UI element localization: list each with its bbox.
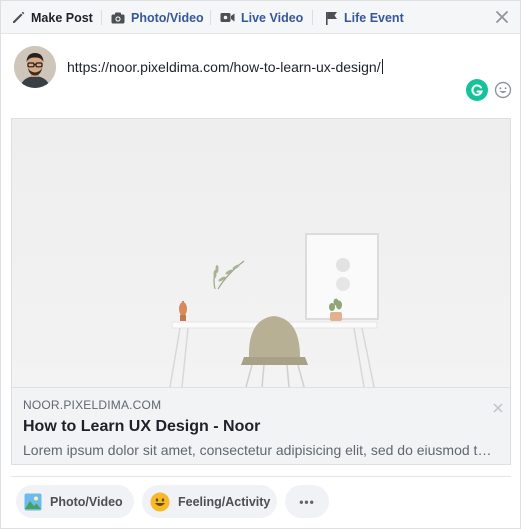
options-divider bbox=[11, 476, 511, 477]
tab-live-video[interactable]: Live Video bbox=[220, 1, 303, 34]
preview-close-icon[interactable] bbox=[492, 401, 504, 413]
tab-divider bbox=[210, 10, 211, 25]
tab-make-post-label: Make Post bbox=[31, 10, 93, 25]
link-title[interactable]: How to Learn UX Design - Noor bbox=[23, 418, 499, 436]
pencil-icon bbox=[12, 11, 25, 24]
photo-video-label: Photo/Video bbox=[50, 494, 123, 509]
tab-life-event[interactable]: Life Event bbox=[325, 1, 404, 34]
flag-icon bbox=[325, 11, 338, 25]
tab-live-video-label: Live Video bbox=[241, 10, 304, 25]
link-preview-image bbox=[12, 119, 510, 387]
link-preview-card[interactable]: NOOR.PIXELDIMA.COM How to Learn UX Desig… bbox=[11, 118, 511, 465]
text-caret bbox=[381, 59, 383, 74]
tab-life-event-label: Life Event bbox=[344, 10, 404, 25]
link-description: Lorem ipsum dolor sit amet, consectetur … bbox=[23, 442, 493, 458]
smiley-icon bbox=[150, 492, 170, 512]
more-icon: ••• bbox=[299, 494, 315, 509]
avatar bbox=[14, 46, 56, 88]
grammarly-icon[interactable] bbox=[466, 79, 488, 101]
tab-photo-video[interactable]: Photo/Video bbox=[111, 1, 204, 34]
tab-divider bbox=[101, 10, 102, 25]
feeling-activity-button[interactable]: Feeling/Activity bbox=[142, 485, 277, 518]
video-camera-icon bbox=[220, 12, 235, 23]
camera-icon bbox=[111, 12, 125, 24]
composer-tabbar: Make Post Photo/Video Live Video Life Ev… bbox=[1, 1, 520, 34]
link-domain: NOOR.PIXELDIMA.COM bbox=[23, 398, 162, 412]
post-text-value: https://noor.pixeldima.com/how-to-learn-… bbox=[67, 59, 381, 75]
tab-divider bbox=[312, 10, 313, 25]
post-composer: Make Post Photo/Video Live Video Life Ev… bbox=[0, 0, 521, 529]
post-text-input[interactable]: https://noor.pixeldima.com/how-to-learn-… bbox=[67, 59, 487, 75]
link-preview-meta: NOOR.PIXELDIMA.COM How to Learn UX Desig… bbox=[12, 387, 510, 464]
feeling-activity-label: Feeling/Activity bbox=[178, 494, 271, 509]
tab-photo-video-label: Photo/Video bbox=[131, 10, 204, 25]
emoji-icon[interactable] bbox=[493, 80, 513, 100]
close-icon[interactable] bbox=[494, 9, 510, 25]
photo-icon bbox=[24, 493, 42, 511]
photo-video-button[interactable]: Photo/Video bbox=[16, 485, 134, 518]
more-options-button[interactable]: ••• bbox=[285, 485, 329, 518]
tab-make-post[interactable]: Make Post bbox=[12, 1, 93, 34]
